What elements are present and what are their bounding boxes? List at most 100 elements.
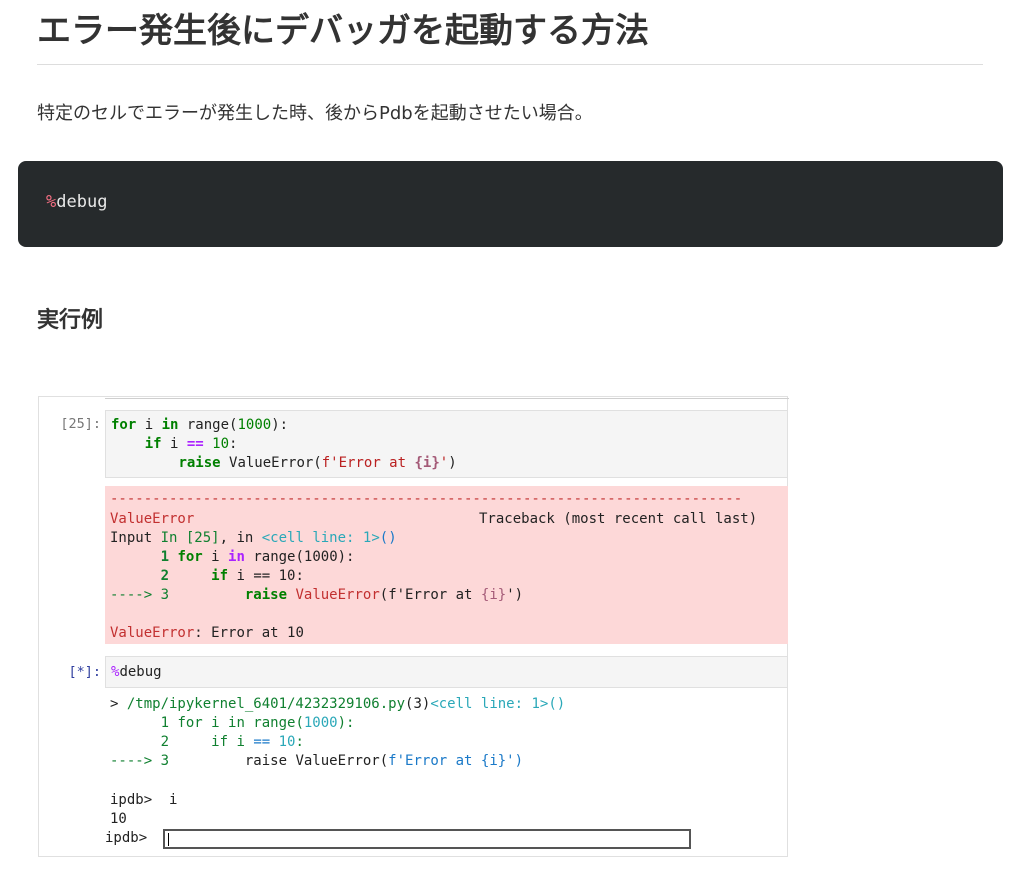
tb-text: Input [110,530,161,546]
debug-pointer: > [110,696,127,712]
code-text: ValueError( [220,455,322,471]
keyword-in: in [228,549,245,565]
traceback-label: Traceback (most recent call last) [479,511,758,527]
tb-text: i [202,549,229,565]
code-line-3: raise ValueError(f'Error at {i}') [111,454,457,473]
debug-row-1: 1 for i in range(1000): [110,714,355,733]
text-caret [168,833,169,846]
operator: == [186,436,204,452]
ipdb-output: 10 [110,811,127,827]
code-text: ) [448,455,457,471]
tb-arrow: ----> 3 [110,587,170,603]
code-line-2: if i == 10: [111,435,238,454]
tb-parens: () [379,530,397,546]
debug-magic-line: %debug [111,663,162,682]
traceback-row-2: 2 if i == 10: [110,567,304,586]
string-literal: f'Error at [321,455,415,471]
ipdb-prompt: ipdb> [105,830,148,846]
keyword-for: for [177,549,203,565]
debug-cell-ref: <cell line: 1>() [430,696,566,712]
ipdb-command-line: ipdb> i [110,792,178,808]
string-literal: ' [439,455,449,471]
debug-line-no: (3) [405,696,431,712]
code-cell-input-debug[interactable]: %debug [105,656,788,688]
tb-indent [110,568,161,584]
section-heading: 実行例 [37,308,104,333]
debug-location: > /tmp/ipykernel_6401/4232329106.py(3)<c… [110,695,565,714]
debug-code: raise ValueError( [244,753,389,769]
notebook-screenshot: [25]: for i in range(1000): if i == 10: … [38,396,789,857]
debug-code: for i in range( [177,715,304,731]
code-text: : [229,436,238,452]
tb-space [169,587,245,603]
tb-text: i == 10: [228,568,304,584]
keyword-raise: raise [244,587,288,603]
debug-code: if i [211,734,254,750]
tb-line-number: 1 [160,549,170,565]
number-literal: 1000 [237,417,272,433]
keyword-if: if [211,568,229,584]
traceback-input-line: Input In [25], in <cell line: 1>() [110,529,397,548]
tb-text: range(1000): [244,549,355,565]
ipdb-input-field[interactable] [163,829,691,849]
page-title: エラー発生後にデバッガを起動する方法 [37,8,983,65]
tb-text: (f'Error at [379,587,481,603]
keyword-in: in [161,417,179,433]
tb-line-number: 2 [160,568,170,584]
tb-cell-ref: <cell line: 1> [261,530,380,546]
tb-in-label: In [25] [160,530,220,546]
debug-row-3: ----> 3 raise ValueError(f'Error at {i}'… [110,752,523,771]
operator: == [253,734,271,750]
cell-prompt-running: [*]: [68,664,101,680]
string-literal: f'Error at {i}' [388,753,515,769]
debug-line-number: 1 [110,715,178,731]
code-block: %debug [18,161,1003,247]
debug-code: : [295,734,304,750]
code-line: %debug [46,192,107,212]
keyword-raise: raise [178,455,221,471]
keyword-if: if [144,436,162,452]
number-literal: 1000 [303,715,338,731]
error-output: ----------------------------------------… [105,486,788,644]
final-error-text: : Error at 10 [194,625,304,641]
magic-command: debug [56,192,108,212]
tb-exception-name: ValueError [295,587,380,603]
number-literal: 10 [212,436,230,452]
debug-code: ): [337,715,355,731]
debug-arrow: ----> 3 [110,753,170,769]
debug-line-number: 2 [110,734,212,750]
tb-indent [110,549,161,565]
traceback-dashes: ----------------------------------------… [110,491,743,507]
code-text: range( [178,417,238,433]
debug-space [169,753,245,769]
code-text: i [161,436,187,452]
error-message: ValueError: Error at 10 [110,624,304,643]
number-literal: 10 [278,734,296,750]
debug-space [270,734,278,750]
traceback-row-3: ----> 3 raise ValueError(f'Error at {i}'… [110,586,523,605]
debug-file-path: /tmp/ipykernel_6401/4232329106.py [126,696,406,712]
magic-prefix: % [46,192,57,212]
traceback-row-1: 1 for i in range(1000): [110,548,355,567]
code-text: i [136,417,162,433]
debug-code: ) [514,753,524,769]
final-error-name: ValueError [110,625,195,641]
keyword-for: for [111,417,137,433]
tb-text: ') [506,587,524,603]
intro-paragraph: 特定のセルでエラーが発生した時、後からPdbを起動させたい場合。 [37,103,593,124]
magic-command: debug [119,664,162,680]
tb-space [169,568,211,584]
debug-row-2: 2 if i == 10: [110,733,304,752]
tb-text: , in [219,530,262,546]
error-name: ValueError [110,511,195,527]
code-line-1: for i in range(1000): [111,416,288,435]
fstring-brace: {i} [480,587,507,603]
cell-prompt-25: [25]: [60,416,101,432]
cell-divider [105,398,789,399]
code-text: ): [271,417,289,433]
code-cell-input[interactable]: for i in range(1000): if i == 10: raise … [105,410,788,478]
fstring-brace: {i} [414,455,440,471]
